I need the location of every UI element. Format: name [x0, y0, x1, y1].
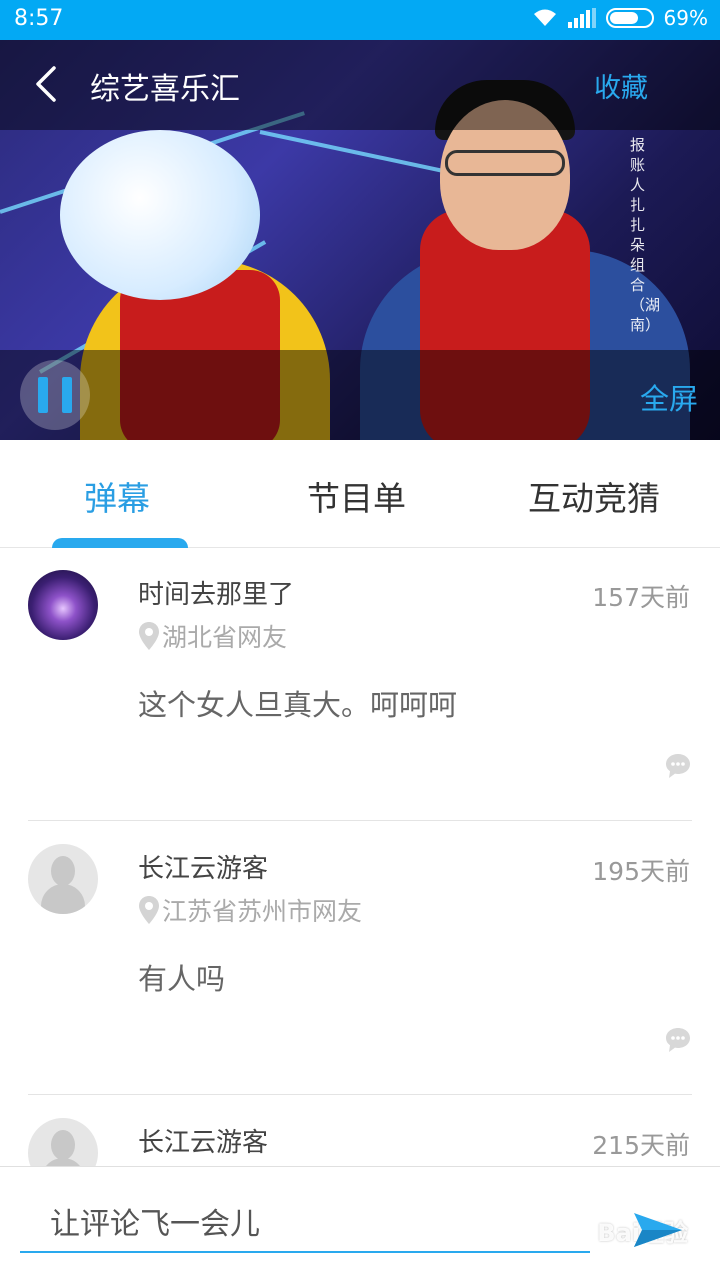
comment-location: 江苏省苏州市网友: [138, 892, 362, 928]
location-label: 江苏省苏州市网友: [162, 897, 363, 926]
tab-program-list[interactable]: 节目单: [307, 472, 406, 520]
status-time: 8:57: [14, 6, 64, 31]
comment-username[interactable]: 长江云游客: [138, 1122, 268, 1159]
wifi-icon: [533, 9, 556, 26]
battery-icon: [605, 8, 654, 28]
avatar[interactable]: [28, 570, 98, 640]
location-label: 湖北省网友: [162, 623, 288, 652]
divider: [28, 1094, 692, 1095]
tab-interactive-quiz[interactable]: 互动竞猜: [528, 472, 660, 520]
comment-item: 长江云游客 215天前: [0, 1096, 720, 1166]
battery-percent: 69%: [663, 6, 708, 30]
back-arrow-icon[interactable]: [30, 64, 70, 104]
comment-content: 有人吗: [138, 962, 226, 996]
comment-compose-bar: Bai经验: [0, 1166, 720, 1280]
status-bar: 8:57 69%: [0, 0, 720, 40]
comment-input[interactable]: [20, 1197, 590, 1253]
divider: [28, 820, 692, 821]
comment-time: 195天前: [592, 857, 690, 886]
fullscreen-button[interactable]: 全屏: [640, 376, 698, 418]
signal-icon: [567, 8, 596, 28]
comment-username[interactable]: 长江云游客: [138, 848, 268, 885]
status-indicators: 69%: [532, 6, 708, 30]
video-overlay-caption: 报账人 扎扎朵组合（湖南）: [630, 136, 661, 334]
favorite-button[interactable]: 收藏: [594, 66, 648, 105]
default-avatar-icon: [51, 1130, 75, 1160]
comment-location: 湖北省网友: [138, 618, 287, 654]
avatar[interactable]: [28, 844, 98, 914]
video-title: 综艺喜乐汇: [90, 72, 240, 107]
location-pin-icon: [139, 622, 159, 650]
comment-item: 时间去那里了 157天前 湖北省网友 这个女人旦真大。呵呵呵: [0, 548, 720, 820]
pause-button[interactable]: [20, 360, 90, 430]
video-controls: 全屏: [0, 350, 720, 440]
comment-username[interactable]: 时间去那里了: [138, 574, 294, 611]
default-avatar-body: [41, 884, 85, 914]
tab-bar: 弹幕 节目单 互动竞猜: [0, 440, 720, 548]
location-pin-icon: [139, 896, 159, 924]
pause-icon: [62, 377, 72, 413]
cloud-mask-image: [60, 130, 260, 300]
reply-bubble-icon[interactable]: [664, 1026, 692, 1054]
default-avatar-body: [41, 1158, 85, 1166]
reply-bubble-icon[interactable]: [664, 752, 692, 780]
active-tab-indicator: [52, 538, 188, 548]
video-top-bar: 综艺喜乐汇 收藏: [0, 40, 720, 130]
comment-item: 长江云游客 195天前 江苏省苏州市网友 有人吗: [0, 822, 720, 1094]
comment-content: 这个女人旦真大。呵呵呵: [138, 688, 458, 722]
default-avatar-icon: [51, 856, 75, 886]
comment-time: 215天前: [592, 1131, 690, 1160]
tab-danmaku[interactable]: 弹幕: [84, 472, 150, 520]
avatar[interactable]: [28, 1118, 98, 1166]
glasses: [445, 150, 565, 176]
pause-icon: [38, 377, 48, 413]
send-icon[interactable]: [632, 1209, 684, 1251]
comment-time: 157天前: [592, 583, 690, 612]
